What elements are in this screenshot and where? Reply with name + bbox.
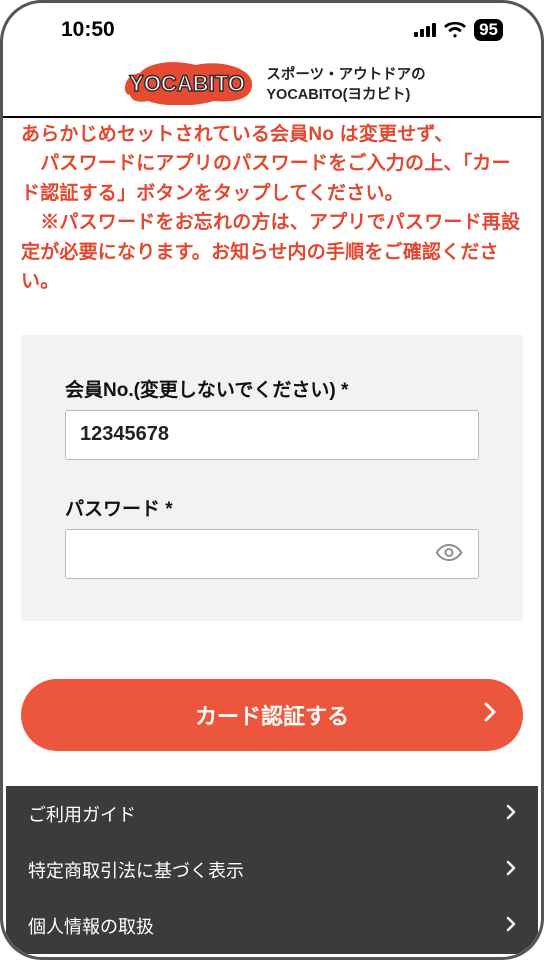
password-field-wrap <box>65 529 479 579</box>
brand-tagline: スポーツ・アウトドアの YOCABITO(ヨカビト) <box>266 66 425 105</box>
battery-badge: 95 <box>474 19 503 41</box>
member-no-label: 会員No.(変更しないでください) * <box>65 375 479 402</box>
battery-level: 95 <box>479 20 498 40</box>
main-content: あらかじめセットされている会員No は変更せず、 パスワードにアプリのパスワード… <box>3 118 541 751</box>
logo-text: YOCABITO <box>130 71 246 96</box>
toggle-password-visibility-button[interactable] <box>429 532 469 575</box>
notice-line3: ※パスワードをお忘れの方は、アプリでパスワード再設定が必要になります。お知らせ内… <box>21 212 520 292</box>
footer-item-commerce-law[interactable]: 特定商取引法に基づく表示 <box>6 842 538 898</box>
notice-text: あらかじめセットされている会員No は変更せず、 パスワードにアプリのパスワード… <box>21 118 523 297</box>
password-input[interactable] <box>65 529 479 579</box>
eye-icon <box>435 554 463 569</box>
footer-label: ご利用ガイド <box>28 801 136 827</box>
notice-line2: パスワードにアプリのパスワードをご入力の上、「カード認証する」ボタンをタップして… <box>21 153 511 203</box>
status-time: 10:50 <box>61 18 115 42</box>
card-auth-label: カード認証する <box>195 699 349 731</box>
chevron-right-icon <box>506 804 516 825</box>
member-no-input[interactable] <box>65 410 479 460</box>
footer-label: 特定商取引法に基づく表示 <box>28 857 244 883</box>
chevron-right-icon <box>506 916 516 937</box>
footer-item-privacy[interactable]: 個人情報の取扱 <box>6 898 538 954</box>
password-label: パスワード * <box>65 494 479 521</box>
chevron-right-icon <box>506 860 516 881</box>
wifi-icon <box>444 22 466 38</box>
app-header: YOCABITO スポーツ・アウトドアの YOCABITO(ヨカビト) <box>3 57 541 118</box>
tagline-line2: YOCABITO(ヨカビト) <box>266 86 425 106</box>
member-no-field-wrap <box>65 410 479 460</box>
login-form: 会員No.(変更しないでください) * パスワード * <box>21 335 523 621</box>
status-right: 95 <box>414 19 503 41</box>
status-bar: 10:50 95 <box>3 3 541 57</box>
footer-nav: ご利用ガイド 特定商取引法に基づく表示 個人情報の取扱 <box>6 786 538 954</box>
tagline-line1: スポーツ・アウトドアの <box>266 66 425 86</box>
device-frame: 10:50 95 YOCABITO スポーツ・アウトドアの YOCABITO(ヨ… <box>0 0 544 960</box>
footer-item-guide[interactable]: ご利用ガイド <box>6 786 538 842</box>
chevron-right-icon <box>483 701 497 729</box>
cellular-signal-icon <box>414 23 436 37</box>
card-auth-button[interactable]: カード認証する <box>21 679 523 751</box>
brand-logo: YOCABITO <box>118 61 256 110</box>
footer-label: 個人情報の取扱 <box>28 913 154 939</box>
notice-line1: あらかじめセットされている会員No は変更せず、 <box>21 124 454 145</box>
